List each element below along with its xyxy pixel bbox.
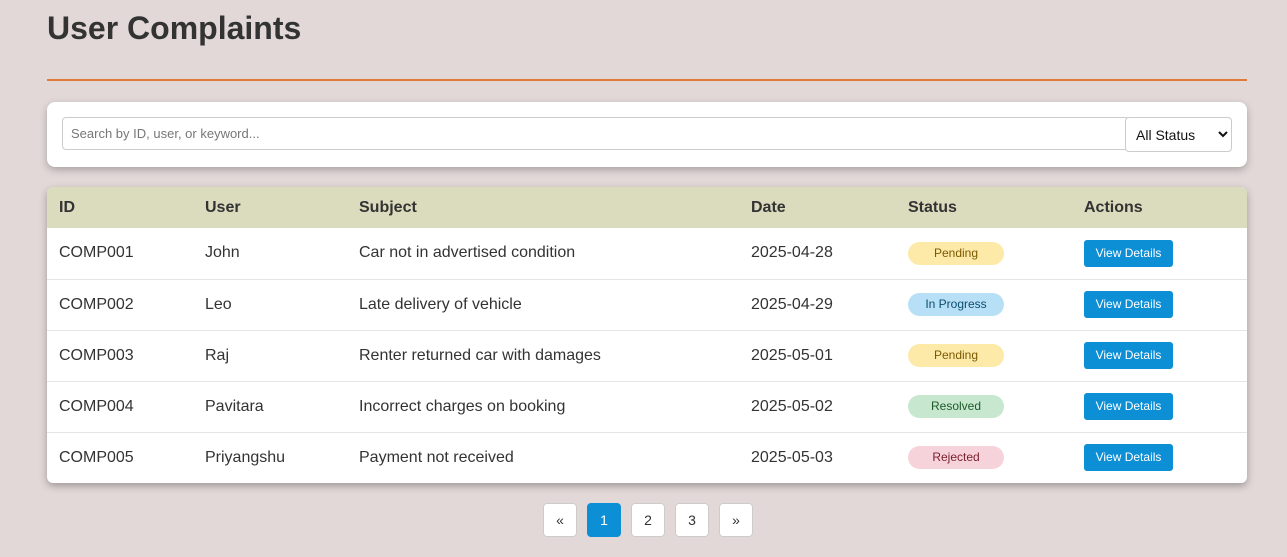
cell-id: COMP003 [59,346,134,364]
page-title: User Complaints [47,10,302,46]
complaints-table-card: ID User Subject Date Status Actions COMP… [47,187,1247,483]
status-badge: Pending [908,344,1004,367]
status-badge: Resolved [908,395,1004,418]
view-details-button[interactable]: View Details [1084,393,1173,420]
view-details-button[interactable]: View Details [1084,342,1173,369]
cell-subject: Renter returned car with damages [359,346,601,364]
view-details-button[interactable]: View Details [1084,291,1173,318]
cell-user: John [205,244,240,262]
cell-actions: View Details [1072,381,1247,432]
page-button-3[interactable]: 3 [675,503,709,537]
table-row: COMP004 Pavitara Incorrect charges on bo… [47,381,1247,432]
cell-status: Rejected [896,432,1072,483]
cell-subject: Incorrect charges on booking [359,397,566,415]
cell-actions: View Details [1072,330,1247,381]
pagination: « 1 2 3 » [543,503,753,537]
header-actions: Actions [1084,198,1143,216]
page-button-1[interactable]: 1 [587,503,621,537]
filter-bar: All Status [47,102,1247,167]
status-badge: Pending [908,241,1004,265]
complaints-table: ID User Subject Date Status Actions COMP… [47,187,1247,483]
prev-page-button[interactable]: « [543,503,577,537]
table-row: COMP002 Leo Late delivery of vehicle 202… [47,279,1247,330]
search-input[interactable] [62,117,1127,150]
cell-subject: Car not in advertised condition [359,244,576,262]
cell-status: Resolved [896,381,1072,432]
table-row: COMP003 Raj Renter returned car with dam… [47,330,1247,381]
header-subject: Subject [359,198,417,216]
table-header-row: ID User Subject Date Status Actions [47,187,1247,228]
status-badge: In Progress [908,293,1004,316]
cell-actions: View Details [1072,228,1247,279]
cell-user: Leo [205,295,232,313]
cell-subject: Late delivery of vehicle [359,295,522,313]
header-id: ID [59,198,75,216]
status-badge: Rejected [908,446,1004,470]
cell-actions: View Details [1072,432,1247,483]
cell-date: 2025-05-01 [751,346,833,364]
next-page-button[interactable]: » [719,503,753,537]
view-details-button[interactable]: View Details [1084,239,1173,267]
table-row: COMP005 Priyangshu Payment not received … [47,432,1247,483]
page-button-2[interactable]: 2 [631,503,665,537]
cell-user: Pavitara [205,397,264,415]
cell-id: COMP001 [59,244,134,262]
cell-date: 2025-05-03 [751,448,833,466]
cell-date: 2025-04-28 [751,244,833,262]
header-user: User [205,198,241,216]
cell-subject: Payment not received [359,448,514,466]
cell-actions: View Details [1072,279,1247,330]
cell-user: Priyangshu [205,448,286,466]
header-date: Date [751,198,786,216]
header-status: Status [908,198,957,216]
cell-date: 2025-04-29 [751,295,833,313]
cell-status: Pending [896,330,1072,381]
view-details-button[interactable]: View Details [1084,444,1173,472]
cell-user: Raj [205,346,230,364]
cell-status: Pending [896,228,1072,279]
cell-id: COMP004 [59,397,134,415]
table-row: COMP001 John Car not in advertised condi… [47,228,1247,279]
cell-status: In Progress [896,279,1072,330]
cell-date: 2025-05-02 [751,397,833,415]
cell-id: COMP005 [59,448,134,466]
cell-id: COMP002 [59,295,134,313]
status-filter-select[interactable]: All Status [1125,117,1232,152]
title-divider [47,79,1247,81]
